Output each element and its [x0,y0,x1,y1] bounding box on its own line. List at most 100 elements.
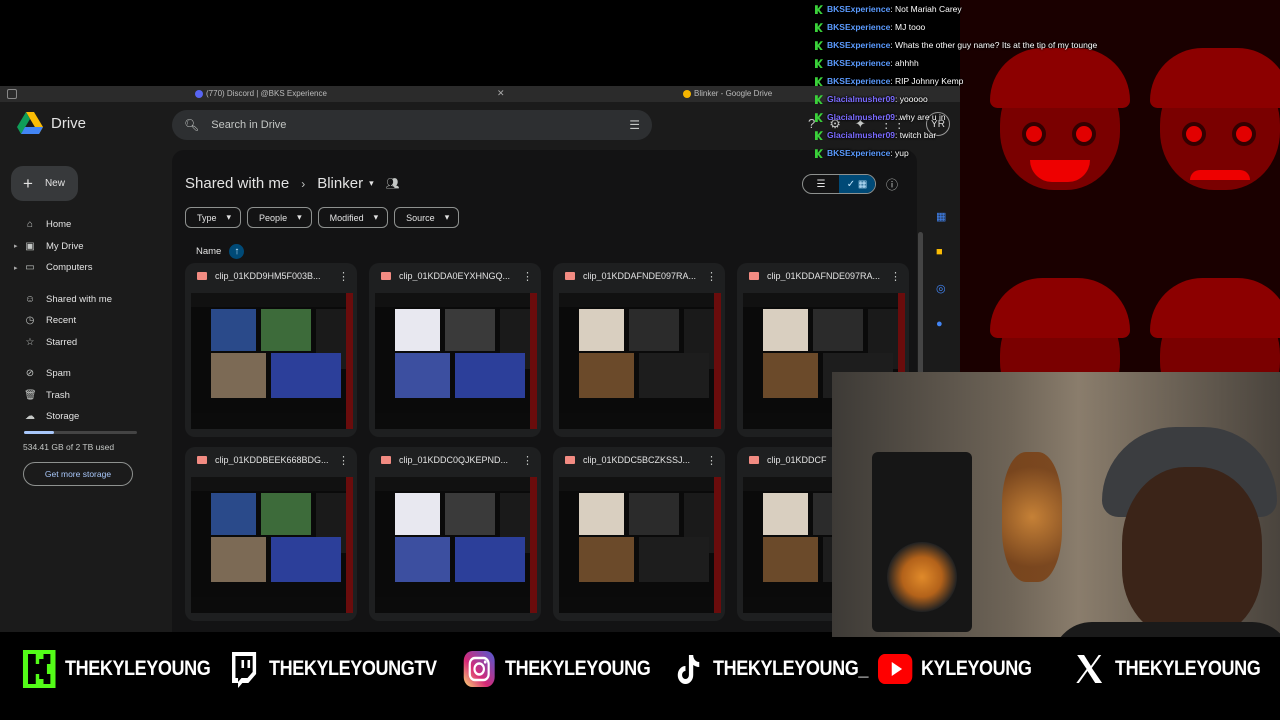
search-input[interactable]: Search in Drive [211,119,286,131]
chat-message: Glacialmusher09: why are u in [815,108,1145,126]
calendar-icon[interactable]: ▦ [936,210,946,223]
shared-folder-icon: 👥︎ [385,178,400,190]
chevron-down-icon[interactable]: ▾ [369,178,374,189]
breadcrumb-shared-with-me[interactable]: Shared with me [185,175,289,192]
search-options-icon[interactable]: ☰ [629,118,640,132]
more-options-icon[interactable]: ⋮ [706,454,717,467]
expand-icon[interactable]: ▸ [14,242,18,250]
sidebar-item-storage[interactable]: ☁ Storage [0,406,170,428]
kick-icon [22,649,56,689]
search-icon[interactable]: 🔍︎ [184,118,199,132]
more-options-icon[interactable]: ⋮ [706,270,717,283]
info-icon[interactable]: ⓘ [886,176,898,193]
new-button[interactable]: + New [11,166,78,201]
sidebar-item-home[interactable]: ⌂ Home [0,214,170,236]
stream-chat: BKSExperience: Not Mariah Carey BKSExperi… [815,0,1145,162]
chat-username: Glacialmusher09 [827,130,896,140]
search-bar[interactable]: 🔍︎ Search in Drive ☰ [172,110,652,140]
file-name: clip_01KDDC5BCZKSSJ... [583,455,691,465]
new-button-label: New [44,178,65,189]
list-view-icon[interactable]: ☰ [803,175,839,193]
twitch-icon [226,649,260,689]
sidebar-item-starred[interactable]: ☆ Starred [0,332,170,354]
sidebar-item-spam[interactable]: ⊘ Spam [0,363,170,385]
main-content: Shared with me › Blinker ▾ 👥︎ ☰ ✓ ▦ ⓘ Ty… [172,150,917,632]
sort-row[interactable]: Name ↑ [196,244,245,259]
tab-google-drive[interactable]: Blinker - Google Drive [683,89,772,98]
filter-type[interactable]: Type ▾ [185,207,242,228]
sidebar-item-my-drive[interactable]: ▸ ▣ My Drive [0,236,170,258]
sidebar-item-trash[interactable]: 🗑︎ Trash [0,385,170,407]
filter-modified[interactable]: Modified ▾ [317,207,389,228]
drive-icon [683,89,691,98]
contacts-icon[interactable]: ● [936,318,943,330]
video-file-icon [749,456,759,464]
expand-icon[interactable]: ▸ [14,264,18,272]
chat-text: yooooo [899,94,928,104]
file-card[interactable]: clip_01KDDA0EYXHNGQ... ⋮ [369,263,541,437]
video-file-icon [197,456,207,464]
sort-label[interactable]: Name [196,246,221,257]
tab-discord[interactable]: (770) Discord | @BKS Experience [195,89,327,98]
chat-message: BKSExperience: ahhhh [815,54,1145,72]
kick-badge-icon [815,113,823,123]
video-file-icon [381,456,391,464]
sidebar-item-shared-with-me[interactable]: ☺ Shared with me [0,289,170,311]
social-handle: THEKYLEYOUNG [505,657,651,680]
kick-badge-icon [815,41,823,51]
sidebar-item-label: Starred [46,336,78,348]
chat-username: BKSExperience [827,22,891,32]
file-name: clip_01KDDA0EYXHNGQ... [399,271,511,281]
stream-overlay: (770) Discord | @BKS Experience ✕ Blinke… [0,0,1280,720]
chevron-down-icon: ▾ [226,212,232,222]
file-card[interactable]: clip_01KDDC0QJKEPND... ⋮ [369,447,541,621]
chat-message: BKSExperience: Not Mariah Carey [815,0,1145,18]
sort-ascending-icon[interactable]: ↑ [229,244,245,259]
grid-view-icon[interactable]: ✓ ▦ [839,175,875,193]
file-card[interactable]: clip_01KDDC5BCZKSSJ... ⋮ [553,447,725,621]
filter-people[interactable]: People ▾ [247,207,312,228]
file-card[interactable]: clip_01KDDBEEK668BDG... ⋮ [185,447,357,621]
chat-username: Glacialmusher09 [827,94,896,104]
file-name: clip_01KDDAFNDE097RA... [583,271,697,281]
scrollbar[interactable] [918,232,923,392]
breadcrumb-current-folder[interactable]: Blinker [317,175,363,192]
more-options-icon[interactable]: ⋮ [338,270,349,283]
browser-window: (770) Discord | @BKS Experience ✕ Blinke… [0,86,960,632]
kick-badge-icon [815,23,823,33]
more-options-icon[interactable]: ⋮ [338,454,349,467]
sidebar-item-recent[interactable]: ◷ Recent [0,310,170,332]
storage-usage-text: 534.41 GB of 2 TB used [23,442,115,452]
file-card[interactable]: clip_01KDDAFNDE097RA... ⋮ [553,263,725,437]
more-options-icon[interactable]: ⋮ [522,270,533,283]
chevron-down-icon: ▾ [444,212,450,222]
sidebar-item-computers[interactable]: ▸ ▭ Computers [0,257,170,279]
video-file-icon [749,272,759,280]
social-kick: THEKYLEYOUNG [22,649,211,689]
sidebar-item-label: Home [46,219,72,231]
keep-icon[interactable]: ■ [936,246,943,258]
drive-logo-icon [17,112,43,134]
sidebar-item-label: Computers [46,262,93,274]
instagram-icon [462,649,496,689]
sidebar-item-label: Shared with me [46,293,113,305]
storage-bar-fill [24,431,55,434]
more-options-icon[interactable]: ⋮ [890,270,901,283]
drive-logo[interactable]: Drive [17,112,86,134]
close-tab-icon[interactable]: ✕ [497,88,505,99]
chat-text: yup [895,148,909,158]
kick-badge-icon [815,77,823,87]
chat-text: MJ tooo [895,22,926,32]
kick-badge-icon [815,59,823,69]
chat-text: Whats the other guy name? Its at the tip… [895,40,1098,50]
filter-source[interactable]: Source ▾ [394,207,460,228]
get-more-storage-button[interactable]: Get more storage [23,462,133,486]
tasks-icon[interactable]: ◎ [936,282,946,295]
view-toggle[interactable]: ☰ ✓ ▦ [802,174,876,194]
more-options-icon[interactable]: ⋮ [522,454,533,467]
cloud-icon: ☁ [25,411,35,423]
file-card-header: clip_01KDDBEEK668BDG... ⋮ [185,447,357,473]
chat-username: BKSExperience [827,148,891,158]
chat-username: BKSExperience [827,58,891,68]
file-card[interactable]: clip_01KDD9HM5F003B... ⋮ [185,263,357,437]
